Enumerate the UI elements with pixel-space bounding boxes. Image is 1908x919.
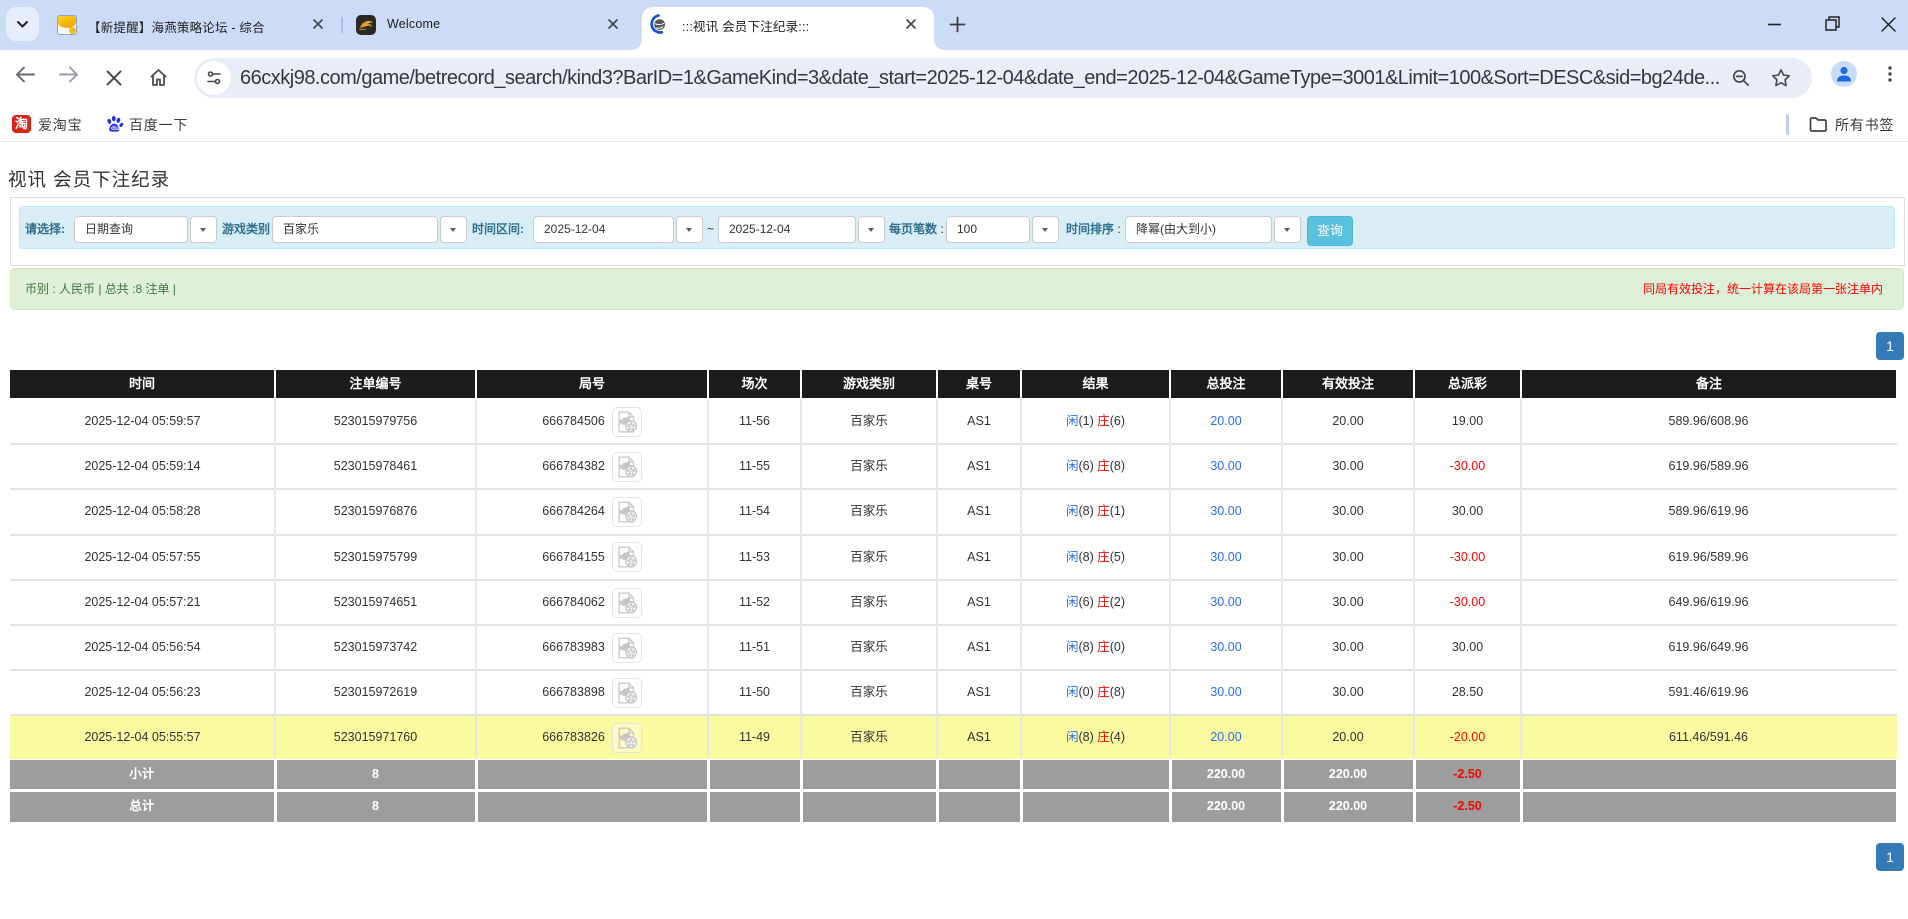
svg-text:du: du [111,125,119,132]
